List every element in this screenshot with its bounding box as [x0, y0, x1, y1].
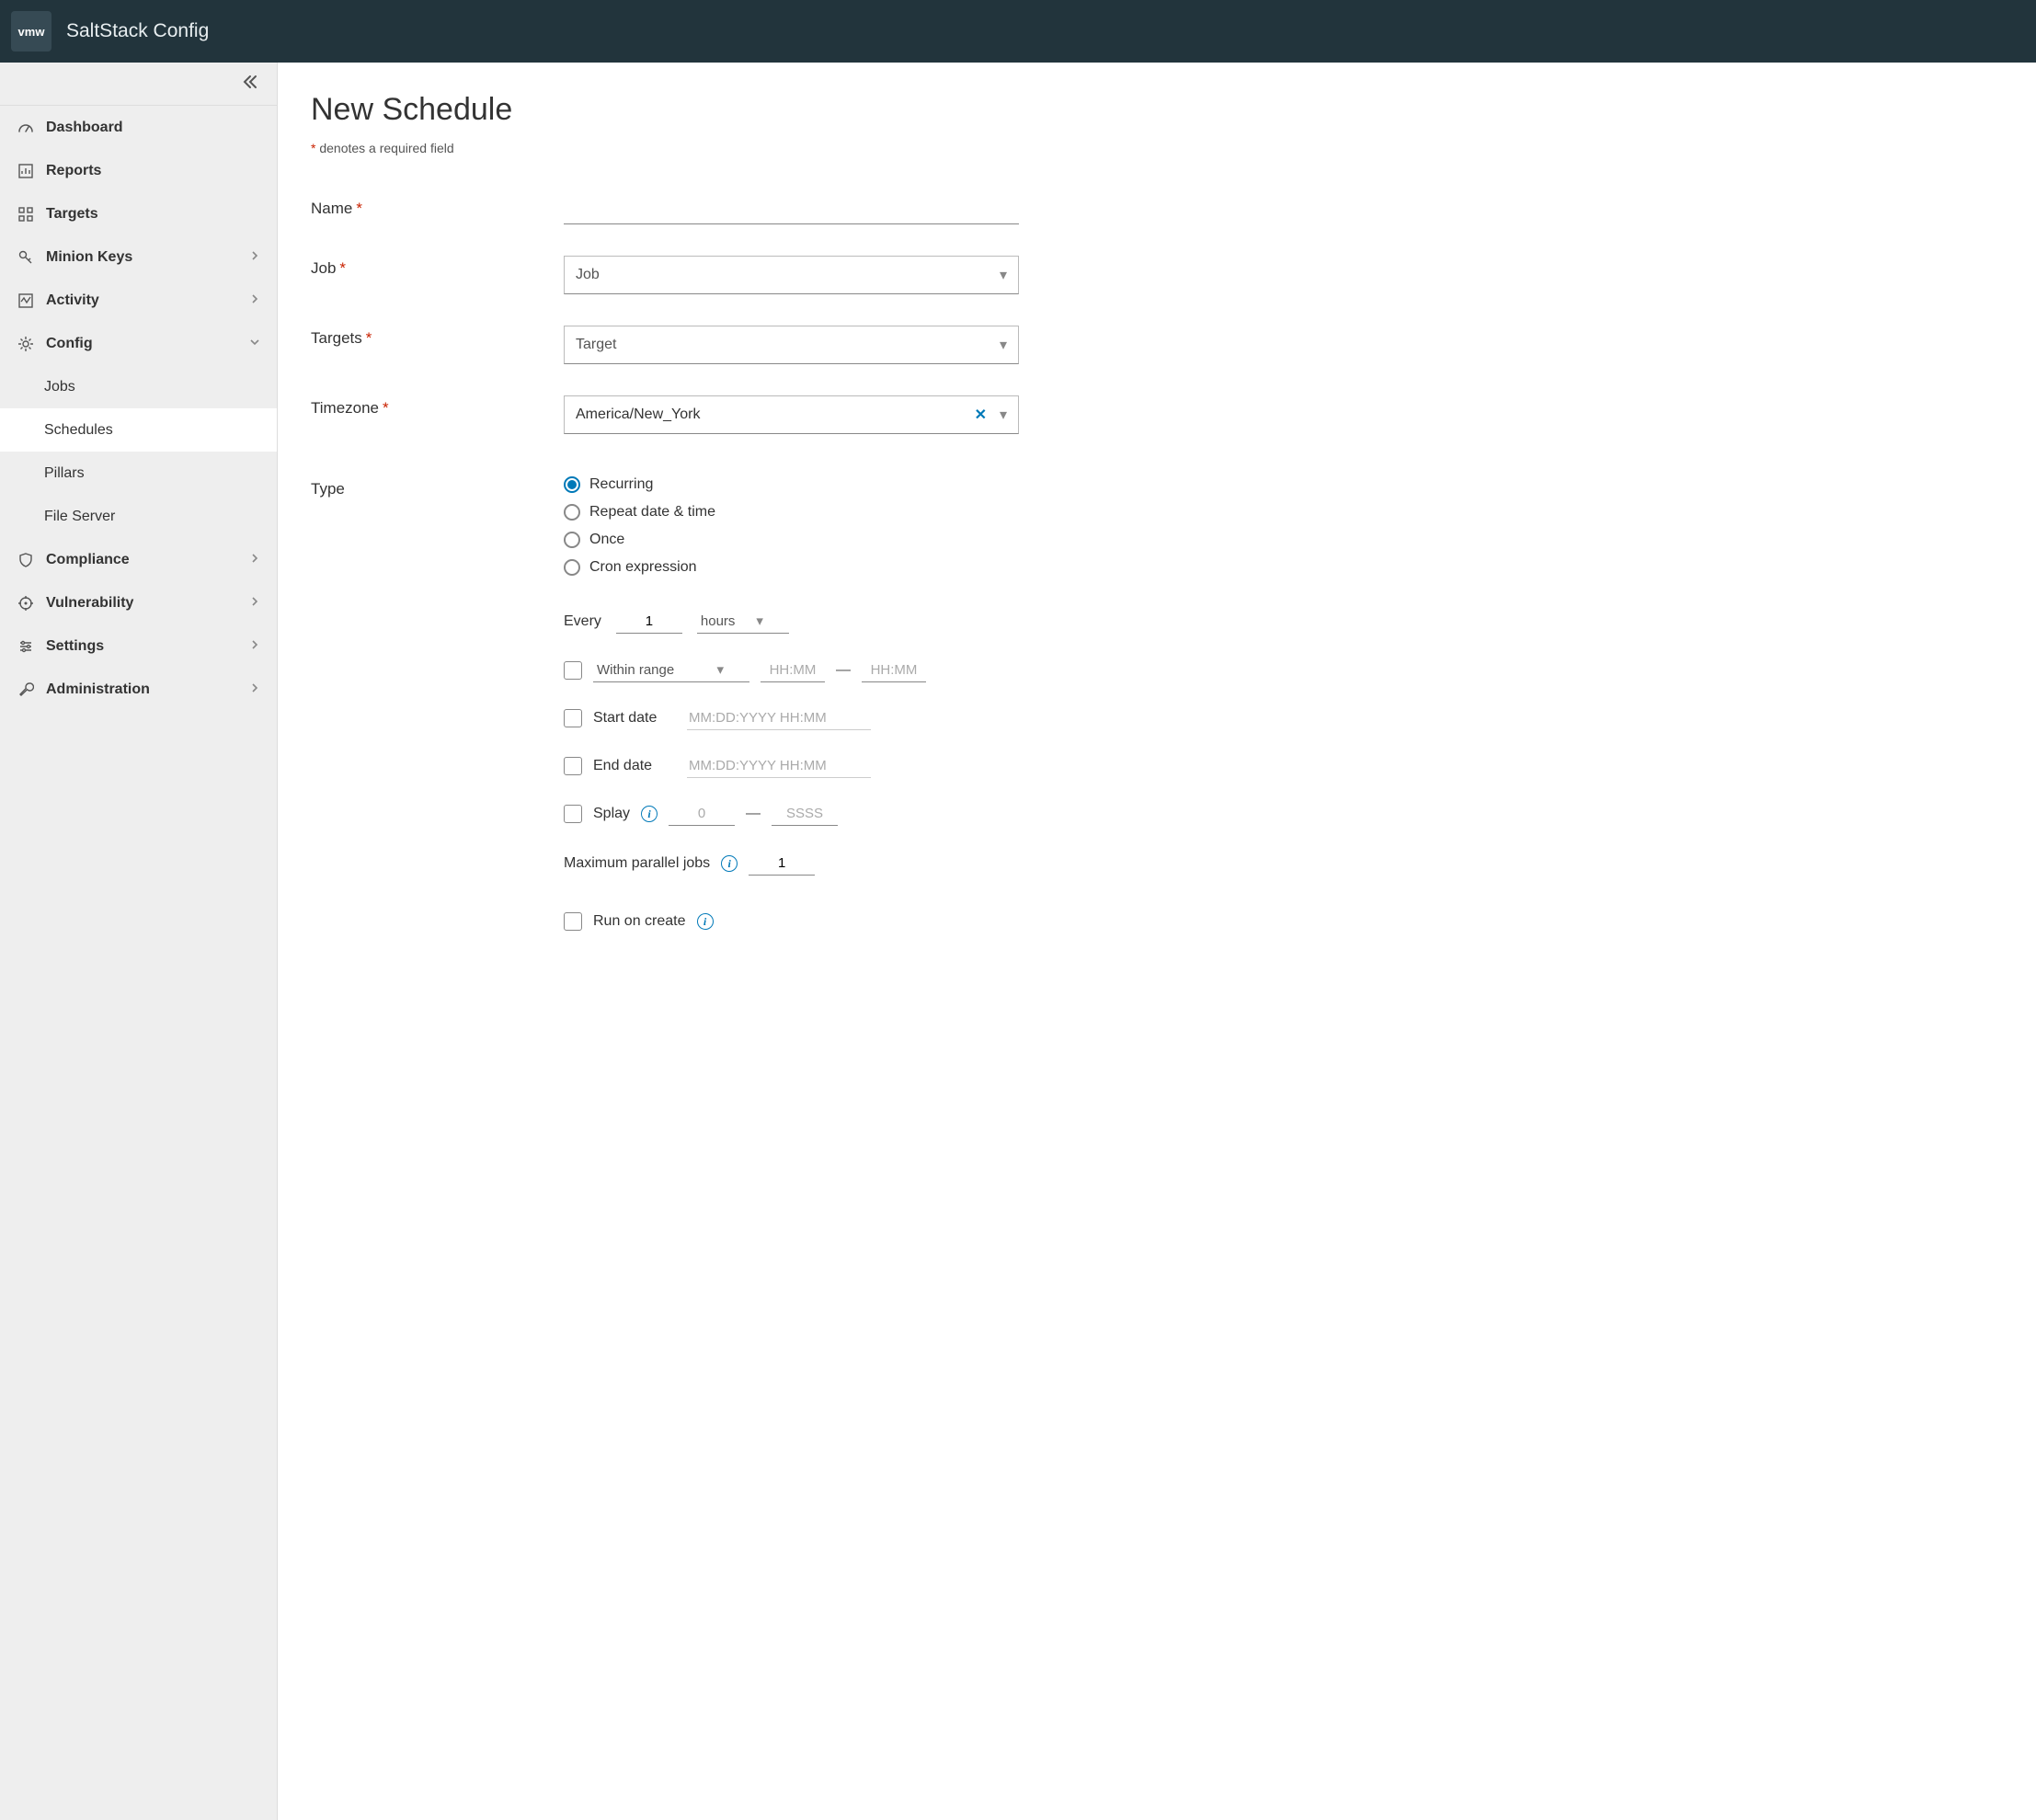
within-range-to-input	[862, 658, 926, 682]
range-dash: —	[836, 662, 851, 679]
end-date-label: End date	[593, 758, 676, 774]
type-radio-group: Recurring Repeat date & time Once C	[564, 476, 1019, 576]
chevron-right-icon	[249, 552, 260, 568]
type-label: Type	[311, 476, 564, 498]
collapse-sidebar-icon[interactable]	[240, 73, 258, 96]
sidebar-item-label: Settings	[46, 638, 104, 655]
required-field-note: * denotes a required field	[311, 141, 1985, 155]
sidebar-item-vulnerability[interactable]: Vulnerability	[0, 581, 277, 624]
page-title: New Schedule	[311, 92, 1985, 128]
sidebar-item-dashboard[interactable]: Dashboard	[0, 106, 277, 149]
every-value-input[interactable]	[616, 610, 682, 634]
gear-icon	[17, 335, 35, 353]
sidebar-item-minion-keys[interactable]: Minion Keys	[0, 235, 277, 279]
sliders-icon	[17, 637, 35, 656]
sidebar-item-compliance[interactable]: Compliance	[0, 538, 277, 581]
caret-down-icon: ▾	[1000, 266, 1007, 284]
caret-down-icon: ▾	[756, 612, 763, 629]
name-label: Name*	[311, 196, 564, 218]
range-dash: —	[746, 806, 761, 822]
timezone-select[interactable]: America/New_York ✕ ▾	[564, 395, 1019, 434]
sidebar-item-label: Activity	[46, 292, 99, 309]
start-date-label: Start date	[593, 710, 676, 727]
caret-down-icon: ▾	[1000, 406, 1007, 424]
type-option-recurring[interactable]: Recurring	[564, 476, 1019, 493]
sidebar-item-label: Reports	[46, 163, 101, 179]
wrench-icon	[17, 681, 35, 699]
max-parallel-input[interactable]	[749, 852, 815, 876]
caret-down-icon: ▾	[1000, 336, 1007, 354]
caret-down-icon: ▾	[716, 661, 724, 678]
type-option-repeat[interactable]: Repeat date & time	[564, 504, 1019, 521]
chevron-right-icon	[249, 681, 260, 698]
sidebar-item-label: Targets	[46, 206, 98, 223]
key-icon	[17, 248, 35, 267]
sidebar-subitem-schedules[interactable]: Schedules	[0, 408, 277, 452]
sidebar-subitem-jobs[interactable]: Jobs	[0, 365, 277, 408]
vmw-logo: vmw	[11, 11, 51, 52]
end-date-checkbox[interactable]	[564, 757, 582, 775]
gauge-icon	[17, 119, 35, 137]
chevron-right-icon	[249, 638, 260, 655]
job-label: Job*	[311, 256, 564, 278]
targets-label: Targets*	[311, 326, 564, 348]
splay-to-input	[772, 802, 838, 826]
timezone-label: Timezone*	[311, 395, 564, 418]
sidebar-item-label: Compliance	[46, 552, 130, 568]
type-option-once[interactable]: Once	[564, 532, 1019, 548]
splay-info-icon[interactable]: i	[641, 806, 658, 822]
sidebar: Dashboard Reports Targets Minion Keys	[0, 63, 278, 1820]
max-parallel-info-icon[interactable]: i	[721, 855, 738, 872]
run-on-create-checkbox[interactable]	[564, 912, 582, 931]
job-select[interactable]: Job ▾	[564, 256, 1019, 294]
sidebar-item-activity[interactable]: Activity	[0, 279, 277, 322]
within-range-select[interactable]: Within range ▾	[593, 658, 749, 682]
start-date-input	[687, 706, 871, 730]
sidebar-item-label: Minion Keys	[46, 249, 132, 266]
sidebar-subitem-pillars[interactable]: Pillars	[0, 452, 277, 495]
splay-from-input	[669, 802, 735, 826]
run-on-create-label: Run on create	[593, 913, 686, 930]
sidebar-item-settings[interactable]: Settings	[0, 624, 277, 668]
every-label: Every	[564, 613, 601, 630]
splay-checkbox[interactable]	[564, 805, 582, 823]
end-date-input	[687, 754, 871, 778]
clear-timezone-icon[interactable]: ✕	[975, 406, 987, 424]
crosshair-icon	[17, 594, 35, 612]
sidebar-item-label: Administration	[46, 681, 150, 698]
within-range-from-input	[761, 658, 825, 682]
chevron-right-icon	[249, 292, 260, 309]
targets-select[interactable]: Target ▾	[564, 326, 1019, 364]
every-unit-select[interactable]: hours ▾	[697, 609, 789, 634]
activity-icon	[17, 292, 35, 310]
type-option-cron[interactable]: Cron expression	[564, 559, 1019, 576]
app-header: vmw SaltStack Config	[0, 0, 2036, 63]
within-range-checkbox[interactable]	[564, 661, 582, 680]
name-input[interactable]	[564, 196, 1019, 224]
sidebar-item-label: Config	[46, 336, 93, 352]
chevron-down-icon	[249, 336, 260, 352]
sidebar-item-administration[interactable]: Administration	[0, 668, 277, 711]
start-date-checkbox[interactable]	[564, 709, 582, 727]
sidebar-item-label: Dashboard	[46, 120, 123, 136]
main-content: New Schedule * denotes a required field …	[278, 63, 2036, 1820]
splay-label: Splay	[593, 806, 630, 822]
sidebar-item-label: Vulnerability	[46, 595, 133, 612]
shield-icon	[17, 551, 35, 569]
sidebar-subitem-file-server[interactable]: File Server	[0, 495, 277, 538]
chevron-right-icon	[249, 249, 260, 266]
bar-chart-icon	[17, 162, 35, 180]
sidebar-item-config[interactable]: Config	[0, 322, 277, 365]
max-parallel-label: Maximum parallel jobs	[564, 855, 710, 872]
chevron-right-icon	[249, 595, 260, 612]
sidebar-item-targets[interactable]: Targets	[0, 192, 277, 235]
app-title: SaltStack Config	[66, 20, 209, 42]
grid-icon	[17, 205, 35, 223]
run-on-create-info-icon[interactable]: i	[697, 913, 714, 930]
sidebar-item-reports[interactable]: Reports	[0, 149, 277, 192]
